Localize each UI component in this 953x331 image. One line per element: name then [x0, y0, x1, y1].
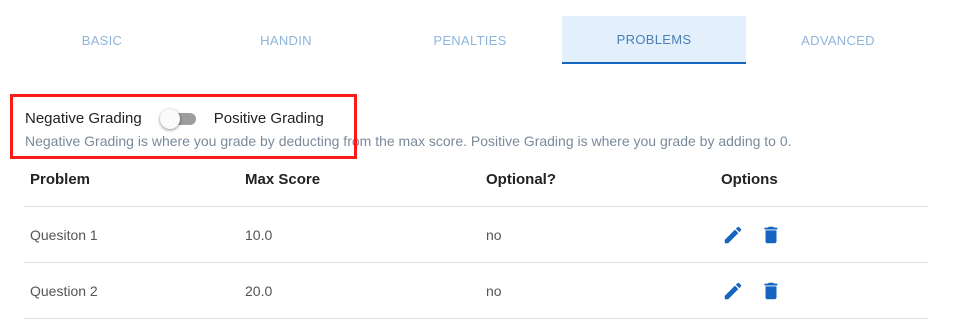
grading-hint-text: Negative Grading is where you grade by d…: [25, 133, 792, 149]
pencil-icon[interactable]: [721, 223, 745, 247]
negative-grading-label: Negative Grading: [25, 109, 142, 127]
tab-basic[interactable]: BASIC: [10, 16, 194, 64]
positive-grading-label: Positive Grading: [213, 109, 324, 127]
row-options: [721, 207, 797, 262]
max-score-value: 20.0: [245, 282, 273, 299]
trash-icon[interactable]: [759, 279, 783, 303]
header-max-score: Max Score: [245, 170, 321, 188]
table-row: Quesiton 1 10.0 no: [24, 207, 928, 263]
toggle-thumb: [159, 109, 180, 129]
tab-bar: BASIC HANDIN PENALTIES PROBLEMS ADVANCED: [10, 16, 930, 64]
header-problem: Problem: [30, 170, 91, 188]
optional-value: no: [486, 226, 502, 243]
tab-penalties[interactable]: PENALTIES: [378, 16, 562, 64]
max-score-value: 10.0: [245, 226, 273, 243]
header-options: Options: [721, 170, 778, 188]
pencil-icon[interactable]: [721, 279, 745, 303]
problems-table: Problem Max Score Optional? Options Ques…: [24, 152, 928, 319]
optional-value: no: [486, 282, 502, 299]
problem-name: Question 2: [30, 282, 98, 299]
table-row: Question 2 20.0 no: [24, 263, 928, 319]
problem-name: Quesiton 1: [30, 226, 98, 243]
header-optional: Optional?: [486, 170, 556, 188]
grading-mode-toggle[interactable]: [159, 108, 196, 129]
table-header-row: Problem Max Score Optional? Options: [24, 152, 928, 207]
row-options: [721, 263, 797, 318]
trash-icon[interactable]: [759, 223, 783, 247]
grading-mode-row: Negative Grading Positive Grading: [25, 108, 324, 129]
tab-handin[interactable]: HANDIN: [194, 16, 378, 64]
tab-problems[interactable]: PROBLEMS: [562, 16, 746, 64]
tab-advanced[interactable]: ADVANCED: [746, 16, 930, 64]
